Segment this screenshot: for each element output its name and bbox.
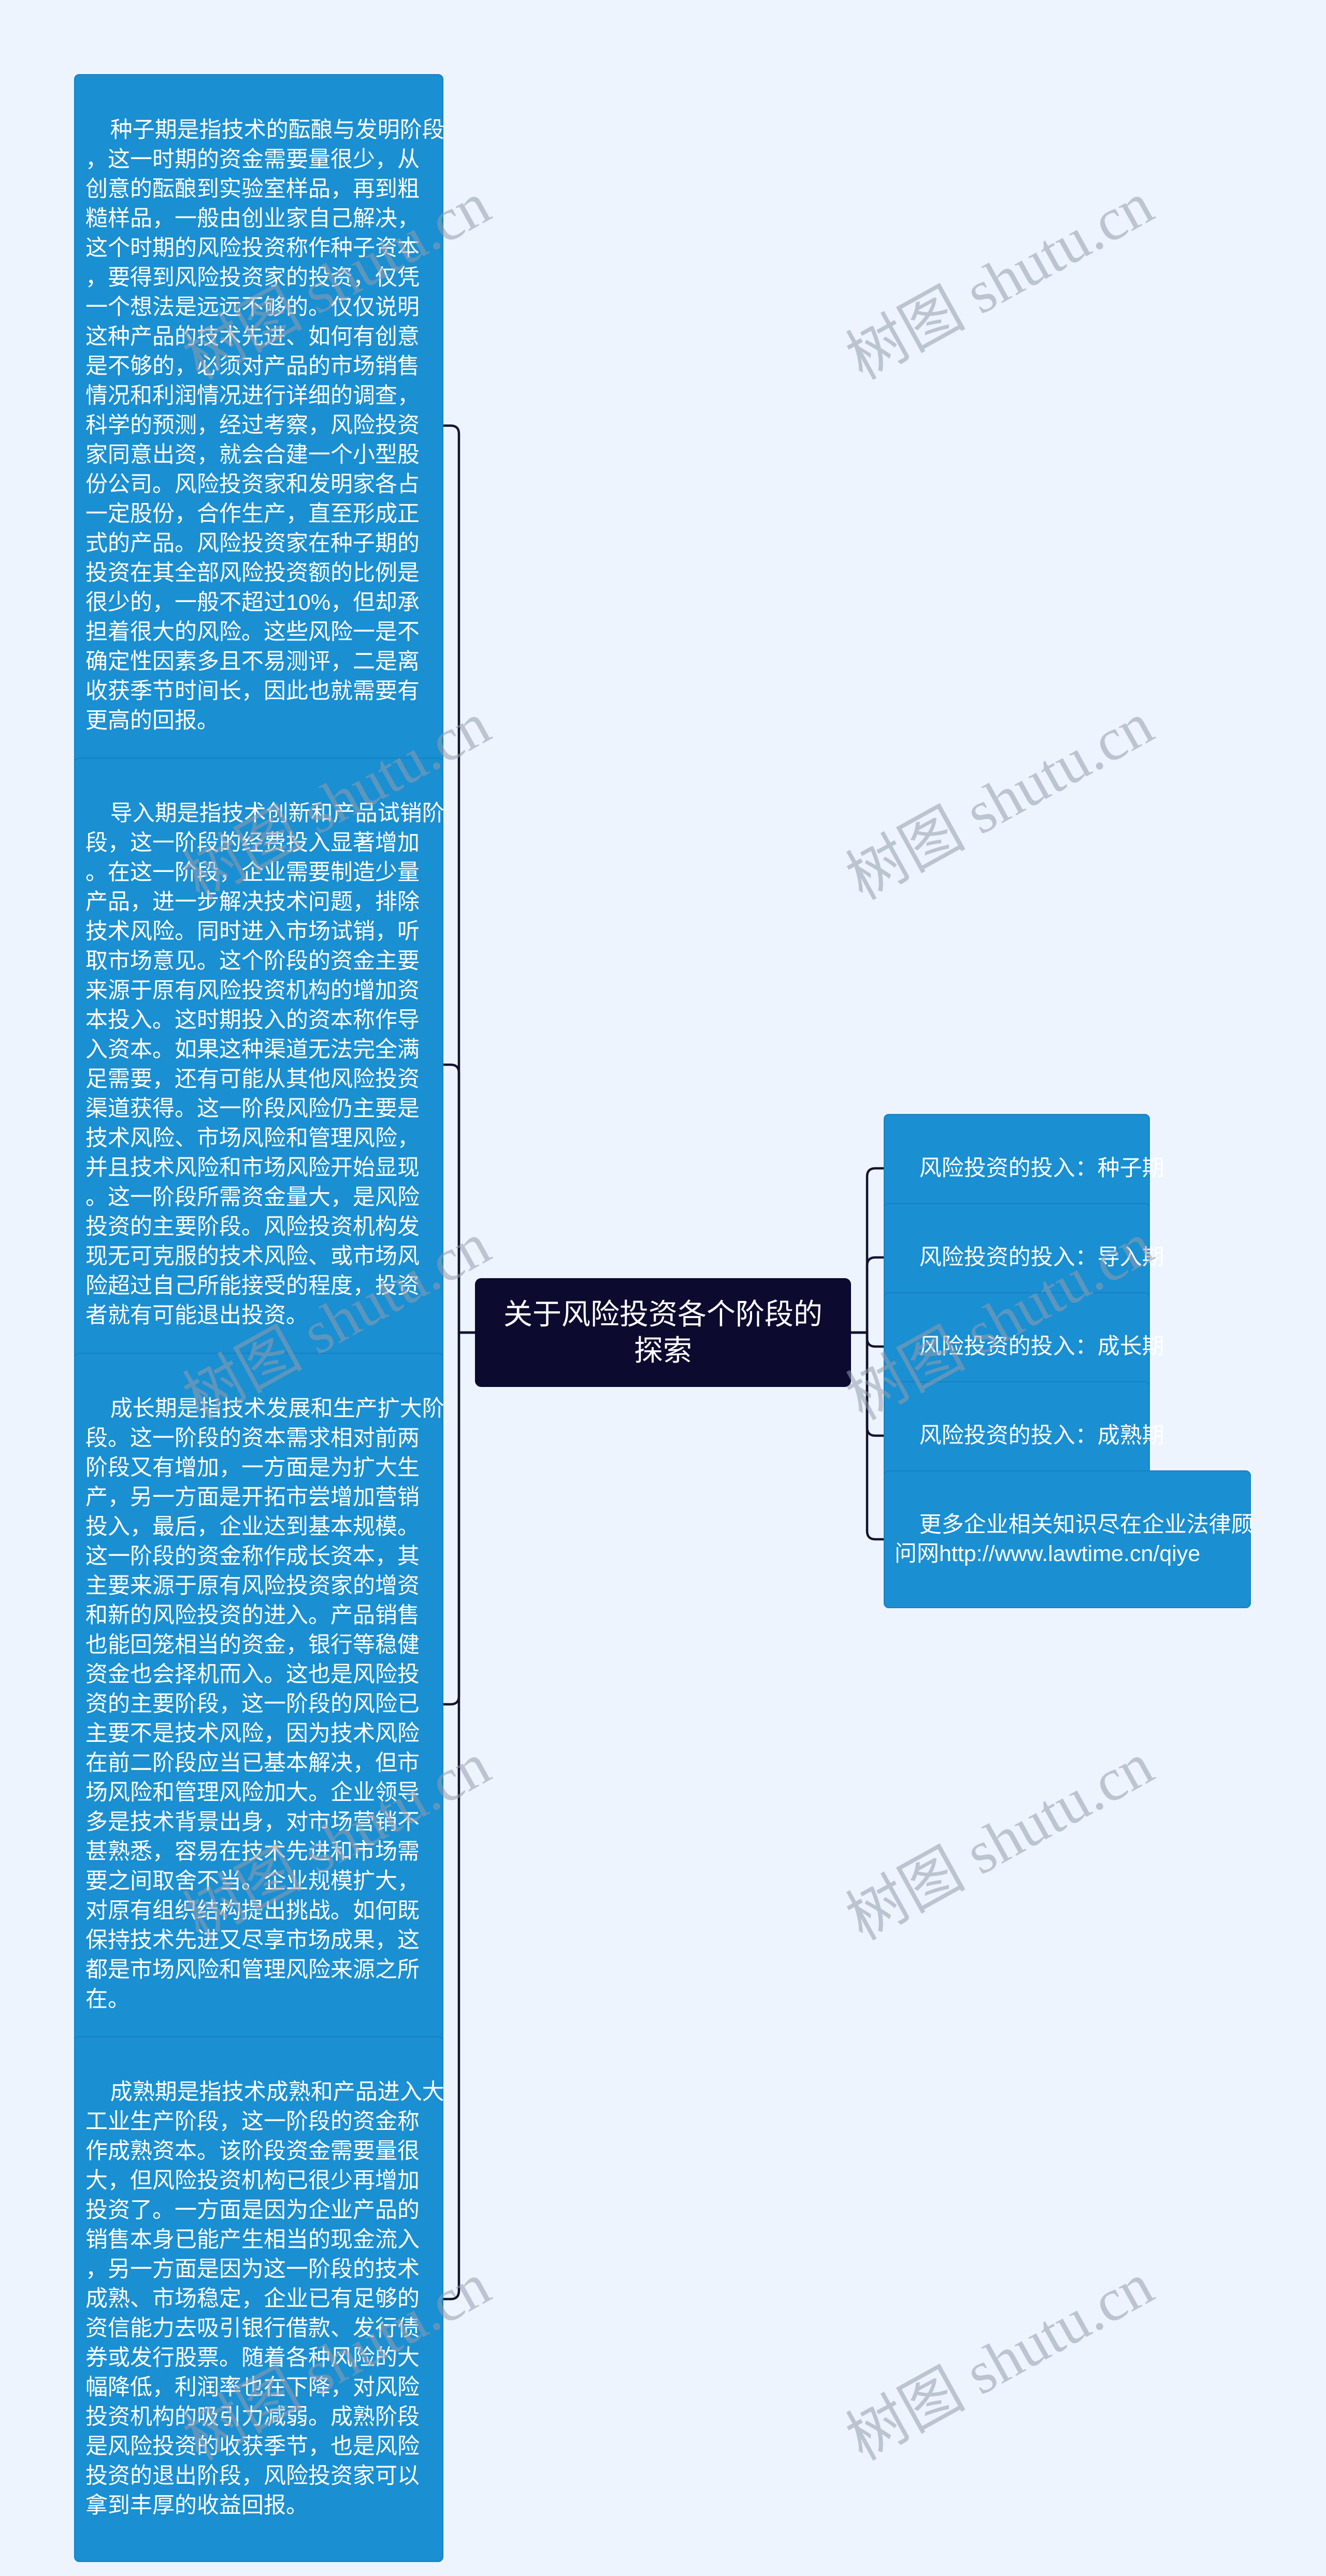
topic-label: 更多企业相关知识尽在企业法律顾 问网http://www.lawtime.cn/…: [895, 1512, 1253, 1566]
detail-node-seed-stage[interactable]: 种子期是指技术的酝酿与发明阶段 ，这一时期的资金需要量很少，从 创意的酝酿到实验…: [74, 74, 444, 777]
topic-more-info-link[interactable]: 更多企业相关知识尽在企业法律顾 问网http://www.lawtime.cn/…: [884, 1470, 1253, 1608]
detail-node-text: 成熟期是指技术成熟和产品进入大 工业生产阶段，这一阶段的资金称 作成熟资本。该阶…: [85, 2080, 444, 2518]
connector-line: [849, 1256, 885, 1334]
detail-node-introduction-stage[interactable]: 导入期是指技术创新和产品试销阶 段，这一阶段的经费投入显著增加 。在这一阶段，企…: [74, 757, 444, 1372]
detail-node-maturity-stage[interactable]: 成熟期是指技术成熟和产品进入大 工业生产阶段，这一阶段的资金称 作成熟资本。该阶…: [74, 2036, 444, 2562]
topic-label: 风险投资的投入：成熟期: [919, 1423, 1164, 1448]
detail-node-text: 导入期是指技术创新和产品试销阶 段，这一阶段的经费投入显著增加 。在这一阶段，企…: [85, 801, 444, 1328]
topic-label: 风险投资的投入：导入期: [919, 1245, 1164, 1270]
root-topic[interactable]: 关于风险投资各个阶段的 探索: [475, 1278, 851, 1387]
detail-node-text: 种子期是指技术的酝酿与发明阶段 ，这一时期的资金需要量很少，从 创意的酝酿到实验…: [85, 118, 444, 733]
connector-line: [442, 1331, 477, 2300]
detail-node-growth-stage[interactable]: 成长期是指技术发展和生产扩大阶 段。这一阶段的资本需求相对前两 阶段又有增加，一…: [74, 1353, 444, 2056]
topic-label: 风险投资的投入：种子期: [919, 1156, 1164, 1181]
mind-map-canvas: 种子期是指技术的酝酿与发明阶段 ，这一时期的资金需要量很少，从 创意的酝酿到实验…: [0, 0, 1326, 2576]
root-topic-title: 关于风险投资各个阶段的 探索: [503, 1298, 823, 1367]
topic-label: 风险投资的投入：成长期: [919, 1334, 1164, 1359]
detail-node-text: 成长期是指技术发展和生产扩大阶 段。这一阶段的资本需求相对前两 阶段又有增加，一…: [85, 1396, 444, 2012]
connector-line: [442, 1063, 477, 1334]
